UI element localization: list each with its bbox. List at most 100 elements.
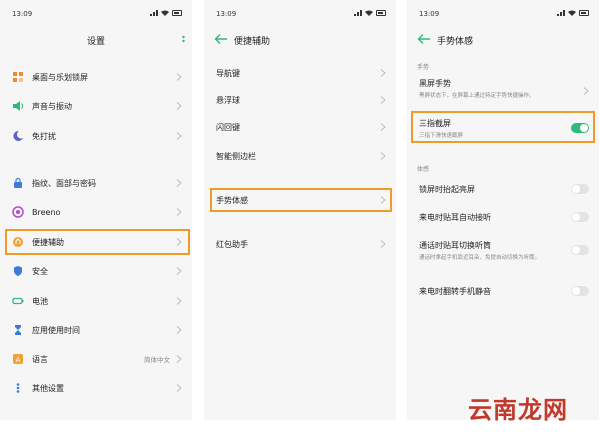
page-title: 手势体感 xyxy=(437,37,474,47)
section-label-gesture: 手势 xyxy=(417,64,430,71)
settings-item-app-usage[interactable]: 应用使用时间 xyxy=(12,319,182,341)
settings-item-label: 指纹、面部与密码 xyxy=(32,178,96,188)
settings-item-label: 声音与振动 xyxy=(32,101,72,111)
item-description: 黑屏状态下，在屏幕上通过特定手势快捷操作。 xyxy=(419,93,535,99)
settings-item-desktop[interactable]: 桌面与乐划锁屏 xyxy=(12,66,182,88)
settings-item-label: 其他设置 xyxy=(32,383,64,393)
auto-answer-toggle[interactable] xyxy=(571,212,589,222)
item-label: 悬浮球 xyxy=(216,95,240,105)
settings-item-sound[interactable]: 声音与振动 xyxy=(12,95,182,117)
item-label: 锁屏时抬起亮屏 xyxy=(419,184,475,194)
settings-item-label: 语言 xyxy=(32,354,48,364)
chevron-right-icon xyxy=(176,132,182,140)
chevron-right-icon xyxy=(583,87,589,95)
item-switch-earpiece[interactable]: 通话时贴耳切换听筒 通话时拿起手机靠近耳朵，免提自动切换为听筒。 xyxy=(419,236,589,264)
settings-screen: 13:09 设置 桌面与乐划锁屏 声音与振动 免打扰 指纹、面部与密码 Bree… xyxy=(0,0,192,420)
convenience-screen: 13:09 便捷辅助 导航键 悬浮球 闪回键 智能侧边栏 手势体感 红包助手 xyxy=(204,0,396,420)
chevron-right-icon xyxy=(380,240,386,248)
item-label: 来电时贴耳自动接听 xyxy=(419,212,491,222)
raise-to-wake-toggle[interactable] xyxy=(571,184,589,194)
battery-status-icon xyxy=(376,10,386,16)
status-time: 13:09 xyxy=(419,10,440,18)
settings-item-safety[interactable]: 安全 xyxy=(12,260,182,282)
chevron-right-icon xyxy=(176,326,182,334)
settings-item-label: 电池 xyxy=(32,296,48,306)
page-title: 便捷辅助 xyxy=(234,37,271,47)
item-nav-keys[interactable]: 导航键 xyxy=(216,62,386,84)
chevron-right-icon xyxy=(176,297,182,305)
battery-status-icon xyxy=(579,10,589,16)
chevron-right-icon xyxy=(380,96,386,104)
settings-item-language[interactable]: A 语言 简体中文 xyxy=(12,348,182,370)
item-description: 通话时拿起手机靠近耳朵，免提自动切换为听筒。 xyxy=(419,254,541,261)
hourglass-icon xyxy=(15,325,21,335)
item-label: 导航键 xyxy=(216,68,240,78)
item-label: 来电时翻转手机静音 xyxy=(419,286,491,296)
item-label: 闪回键 xyxy=(216,122,240,132)
switch-earpiece-toggle[interactable] xyxy=(571,245,589,255)
svg-text:A: A xyxy=(16,356,21,364)
battery-status-icon xyxy=(172,10,182,16)
settings-item-other[interactable]: 其他设置 xyxy=(12,377,182,399)
chevron-right-icon xyxy=(380,152,386,160)
item-smart-sidebar[interactable]: 智能侧边栏 xyxy=(216,145,386,167)
item-black-screen-gesture[interactable]: 黑屏手势 黑屏状态下，在屏幕上通过特定手势快捷操作。 xyxy=(419,78,589,106)
dots-icon xyxy=(16,383,20,393)
status-bar: 13:09 xyxy=(12,10,182,20)
settings-item-label: 安全 xyxy=(32,266,48,276)
settings-item-battery[interactable]: 电池 xyxy=(12,290,182,312)
settings-item-dnd[interactable]: 免打扰 xyxy=(12,125,182,147)
chevron-right-icon xyxy=(176,102,182,110)
settings-item-label: Breeno xyxy=(32,207,61,217)
breeno-icon xyxy=(12,206,24,218)
sound-icon xyxy=(13,101,24,111)
shield-icon xyxy=(14,266,22,276)
item-label: 黑屏手势 xyxy=(419,79,451,88)
settings-item-label: 桌面与乐划锁屏 xyxy=(32,72,88,82)
chevron-right-icon xyxy=(176,355,182,363)
signal-icon xyxy=(354,10,362,16)
item-flip-to-mute[interactable]: 来电时翻转手机静音 xyxy=(419,280,589,302)
status-time: 13:09 xyxy=(216,10,237,18)
moon-icon xyxy=(13,130,23,141)
highlight-frame xyxy=(5,229,190,255)
item-flashback-key[interactable]: 闪回键 xyxy=(216,116,386,138)
item-label: 智能侧边栏 xyxy=(216,151,256,161)
wifi-icon xyxy=(161,10,169,16)
status-bar: 13:09 xyxy=(419,10,589,20)
gesture-screen: 13:09 手势体感 手势 黑屏手势 黑屏状态下，在屏幕上通过特定手势快捷操作。… xyxy=(407,0,599,420)
highlight-frame xyxy=(210,188,392,212)
language-value: 简体中文 xyxy=(144,356,170,364)
chevron-right-icon xyxy=(176,179,182,187)
flip-to-mute-toggle[interactable] xyxy=(571,286,589,296)
watermark-logo: 云南龙网 xyxy=(468,395,568,424)
chevron-right-icon xyxy=(176,73,182,81)
back-arrow-icon[interactable] xyxy=(417,33,431,45)
section-label-motion: 体感 xyxy=(417,166,430,173)
item-label: 红包助手 xyxy=(216,239,248,249)
item-raise-to-wake[interactable]: 锁屏时抬起亮屏 xyxy=(419,178,589,200)
more-menu-icon[interactable] xyxy=(182,35,185,45)
settings-item-label: 免打扰 xyxy=(32,131,56,141)
back-arrow-icon[interactable] xyxy=(214,33,228,45)
status-time: 13:09 xyxy=(12,10,33,18)
settings-item-breeno[interactable]: Breeno xyxy=(12,201,182,223)
desktop-icon xyxy=(13,72,23,82)
battery-icon xyxy=(12,297,24,305)
item-auto-answer[interactable]: 来电时贴耳自动接听 xyxy=(419,206,589,228)
chevron-right-icon xyxy=(176,267,182,275)
chevron-right-icon xyxy=(380,123,386,131)
page-title: 设置 xyxy=(86,37,105,47)
chevron-right-icon xyxy=(380,69,386,77)
item-label: 通话时贴耳切换听筒 xyxy=(419,240,491,250)
wifi-icon xyxy=(568,10,576,16)
settings-item-label: 应用使用时间 xyxy=(32,325,80,335)
item-red-packet[interactable]: 红包助手 xyxy=(216,233,386,255)
signal-icon xyxy=(150,10,158,16)
item-float-ball[interactable]: 悬浮球 xyxy=(216,89,386,111)
signal-icon xyxy=(557,10,565,16)
settings-item-security-lock[interactable]: 指纹、面部与密码 xyxy=(12,172,182,194)
highlight-frame xyxy=(411,111,595,143)
language-icon: A xyxy=(13,354,23,364)
chevron-right-icon xyxy=(176,384,182,392)
